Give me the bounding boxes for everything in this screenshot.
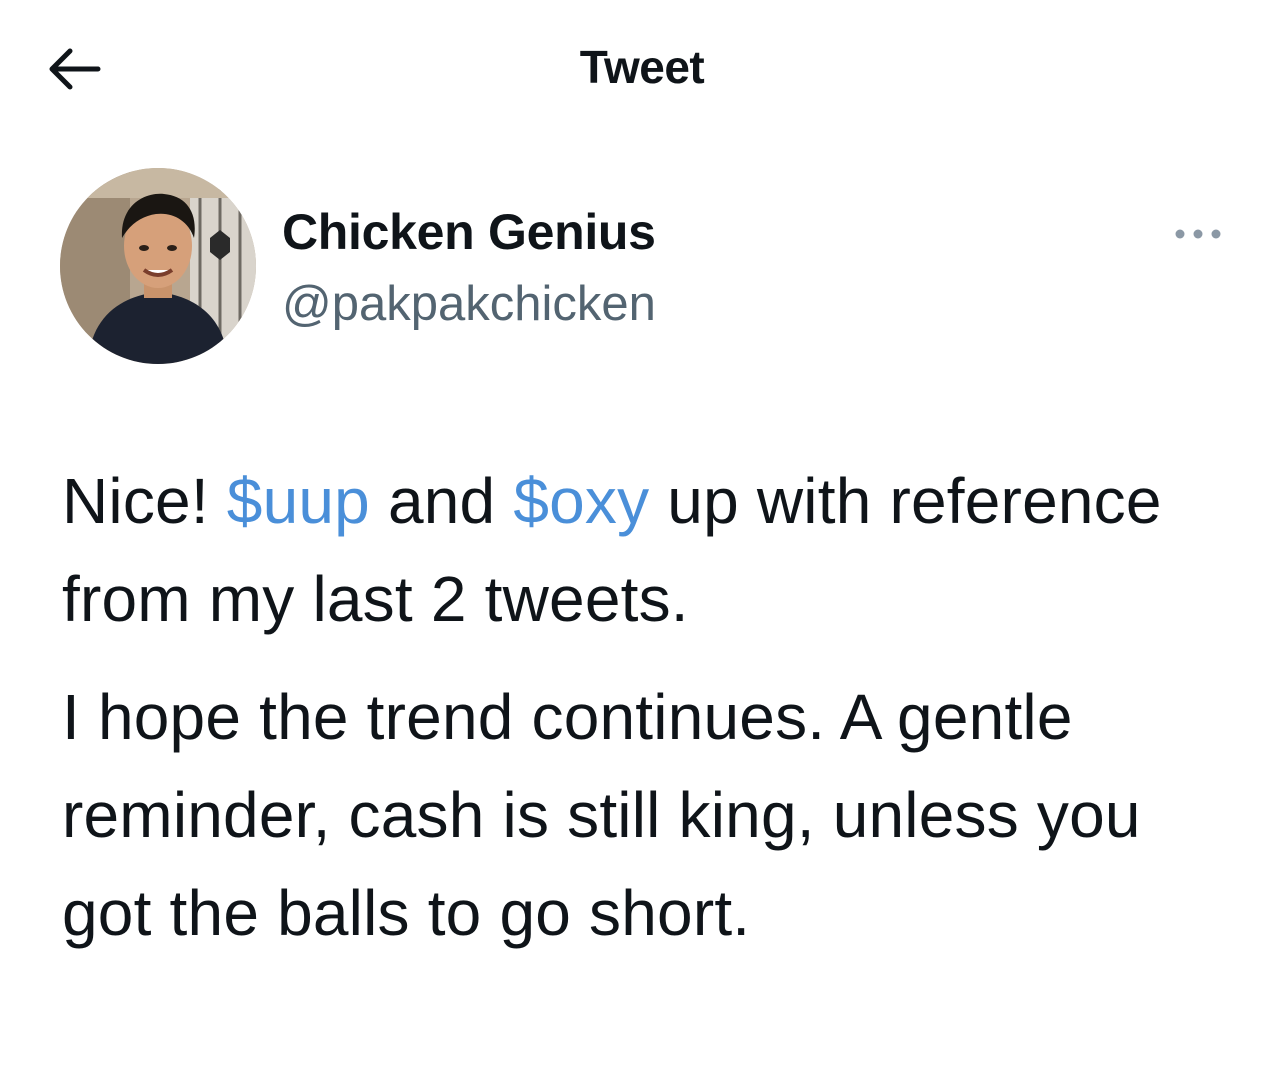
author-handle[interactable]: @pakpakchicken [282,276,656,332]
tweet-paragraph-2: I hope the trend continues. A gentle rem… [62,681,1141,949]
text-segment: and [369,465,514,537]
tweet-text: Nice! $uup and $oxy up with reference fr… [62,452,1242,962]
tweet-paragraph-1: Nice! $uup and $oxy up with reference fr… [62,452,1242,648]
text-segment: Nice! [62,465,227,537]
cashtag-oxy-link[interactable]: $oxy [513,465,649,537]
avatar[interactable] [60,168,256,364]
cashtag-uup-link[interactable]: $uup [227,465,370,537]
profile-photo [60,168,256,364]
page-title: Tweet [579,41,705,93]
more-horizontal-icon [1175,229,1221,239]
more-options-button[interactable] [1170,216,1226,252]
author-display-name[interactable]: Chicken Genius [282,203,656,261]
top-bar: Tweet [0,0,1284,140]
